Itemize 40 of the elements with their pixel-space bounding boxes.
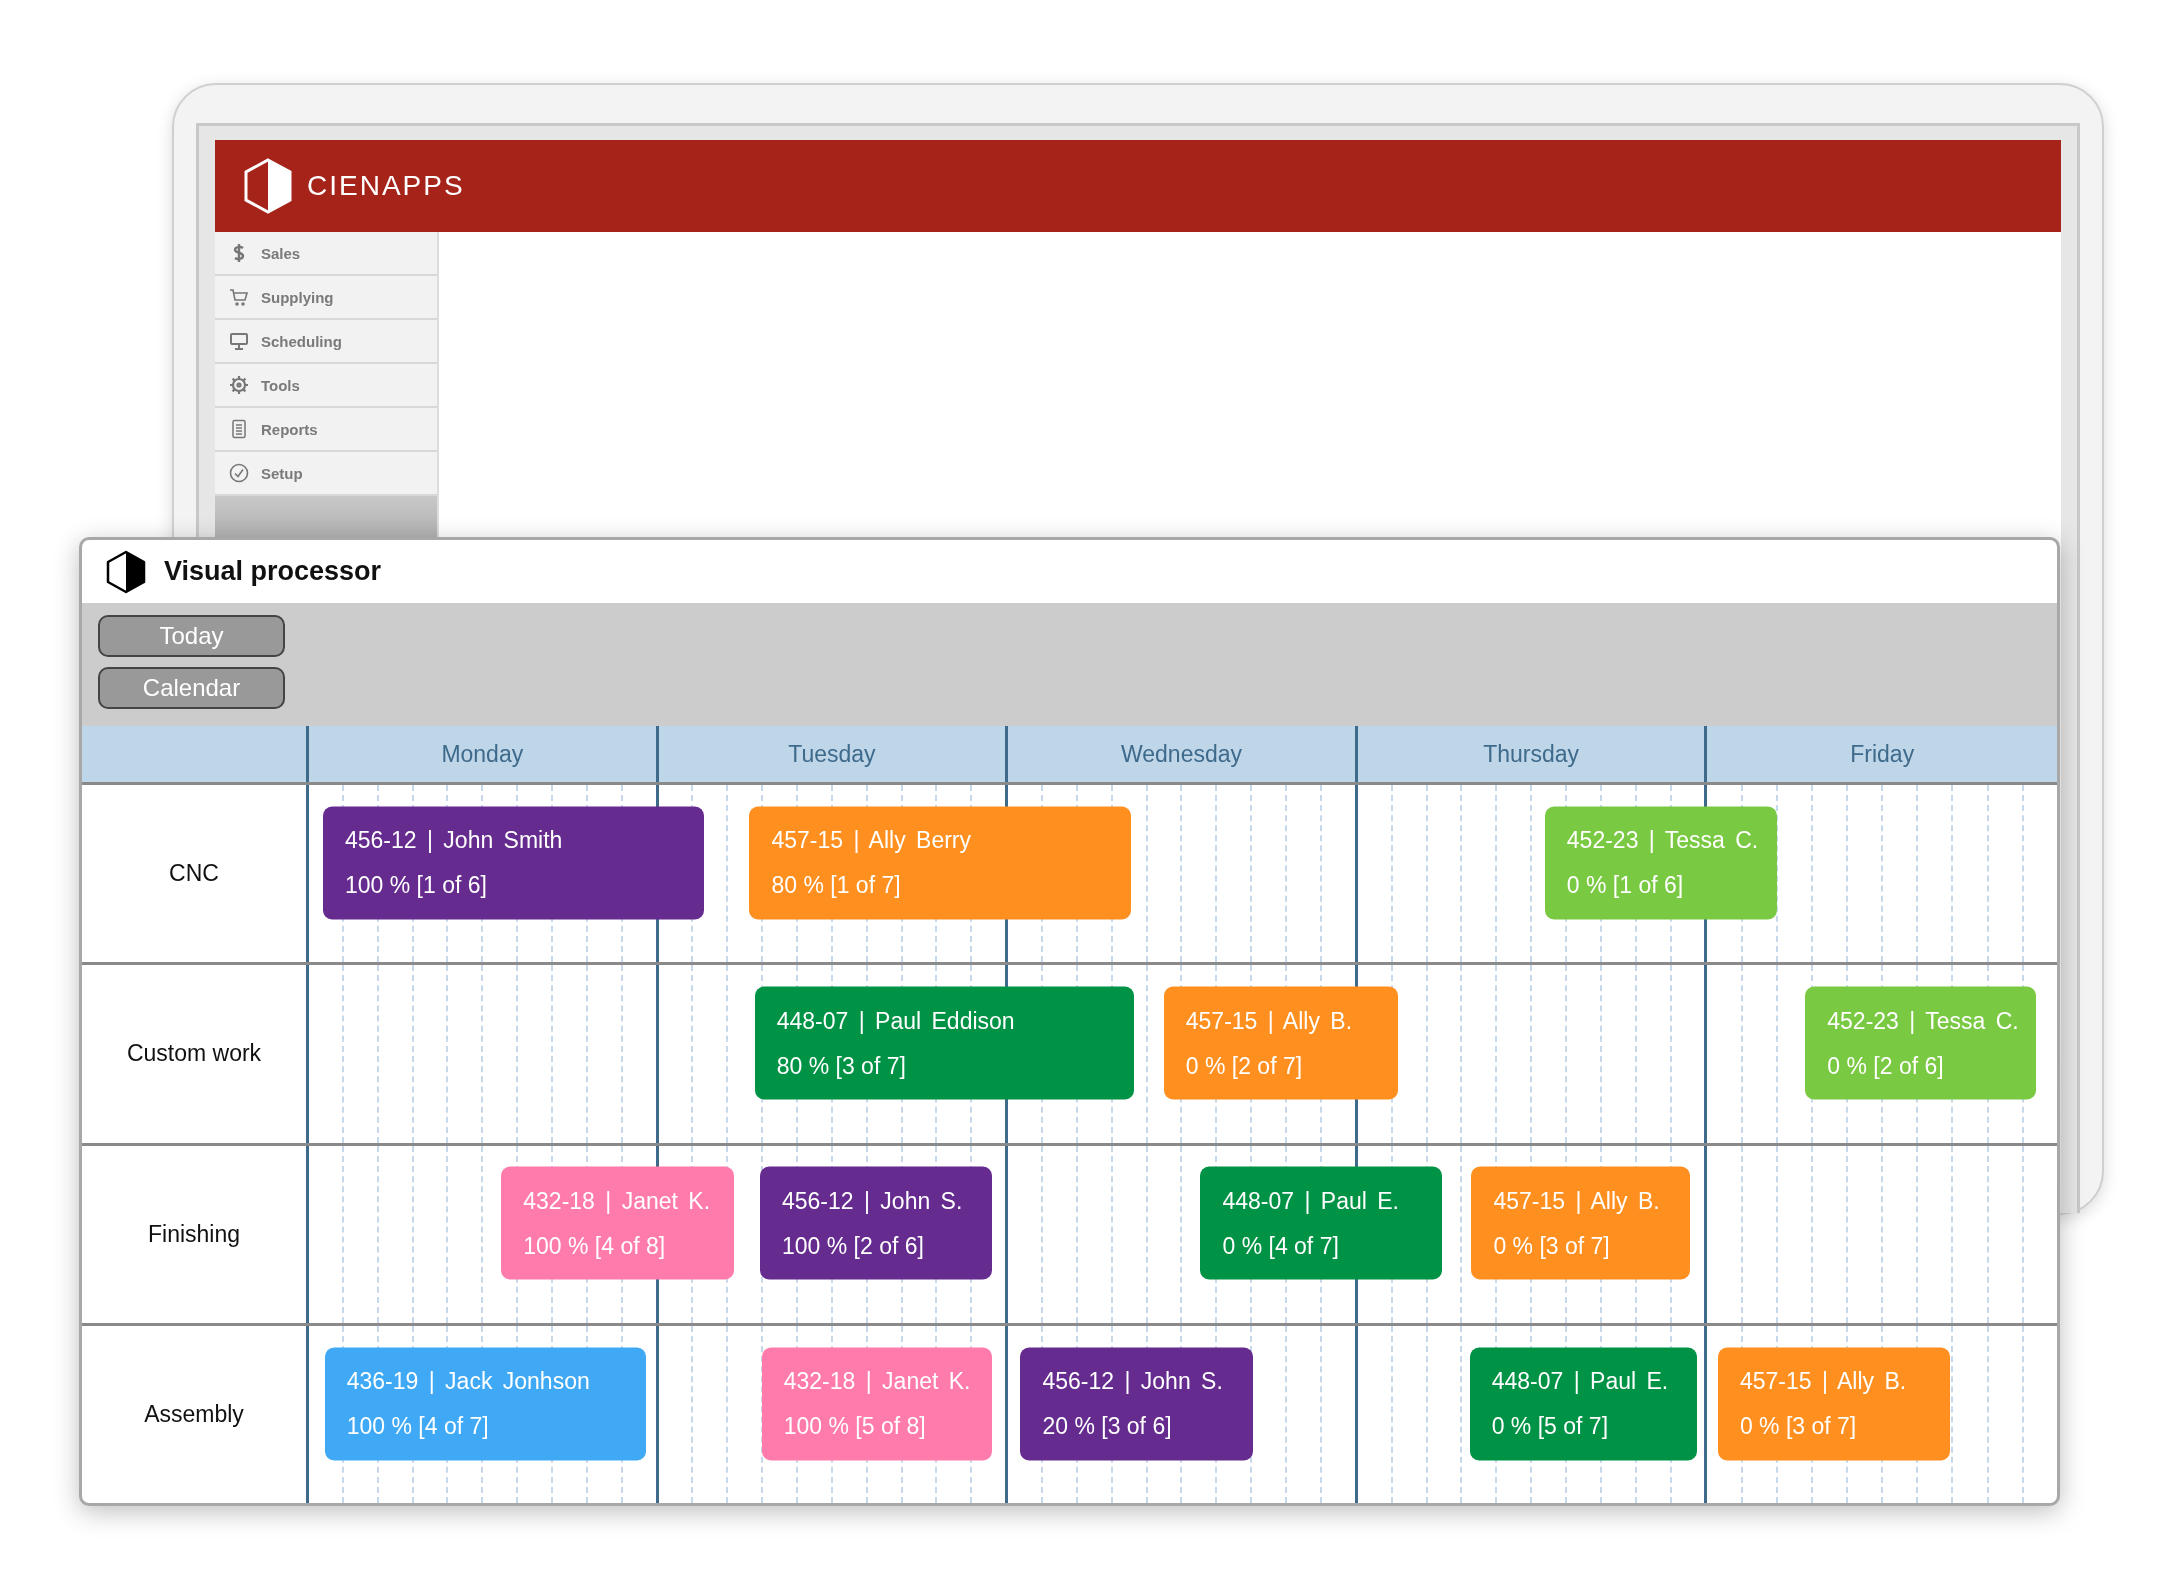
task-bar[interactable]: 448-07 | Paul E. 0 % [4 of 7] bbox=[1200, 1167, 1442, 1280]
sidebar-item[interactable]: Sales bbox=[215, 232, 437, 276]
day-header: Wednesday bbox=[1008, 726, 1358, 782]
task-bar[interactable]: 457-15 | Ally Berry 80 % [1 of 7] bbox=[749, 806, 1131, 920]
task-bar[interactable]: 432-18 | Janet K. 100 % [5 of 8] bbox=[761, 1347, 993, 1461]
task-bar[interactable]: 457-15 | Ally B. 0 % [3 of 7] bbox=[1717, 1347, 1951, 1461]
day-header: Thursday bbox=[1357, 726, 1708, 782]
day-header: Friday bbox=[1849, 739, 1916, 769]
task-bar[interactable]: 436-19 | Jack Jonhson 100 % [4 of 7] bbox=[324, 1347, 647, 1461]
document-icon bbox=[229, 419, 249, 439]
task-bar[interactable]: 456-12 | John S. 100 % [2 of 6] bbox=[759, 1167, 993, 1280]
monitor-icon bbox=[229, 331, 249, 351]
day-header: Monday bbox=[309, 726, 659, 782]
task-bar[interactable]: 448-07 | Paul E. 0 % [5 of 7] bbox=[1469, 1347, 1697, 1461]
sidebar-item[interactable]: Supplying bbox=[215, 276, 437, 320]
window-title: Visual processor bbox=[164, 556, 382, 587]
row-label: Assembly bbox=[144, 1400, 244, 1428]
day-header: Tuesday bbox=[658, 726, 1009, 782]
task-bar[interactable]: 456-12 | John Smith 100 % [1 of 6] bbox=[322, 806, 705, 920]
check-circle-icon bbox=[229, 463, 249, 483]
task-bar[interactable]: 432-18 | Janet K. 100 % [4 of 8] bbox=[501, 1167, 734, 1280]
task-bar[interactable]: 457-15 | Ally B. 0 % [2 of 7] bbox=[1163, 986, 1398, 1100]
cart-icon bbox=[229, 287, 249, 307]
task-bar[interactable]: 452-23 | Tessa C. 0 % [2 of 6] bbox=[1805, 986, 2036, 1100]
sidebar-item[interactable]: Reports bbox=[215, 408, 437, 452]
task-bar[interactable]: 457-15 | Ally B. 0 % [3 of 7] bbox=[1471, 1167, 1690, 1280]
row-label: CNC bbox=[169, 860, 219, 888]
task-bar[interactable]: 456-12 | John S. 20 % [3 of 6] bbox=[1020, 1347, 1253, 1461]
calendar-button[interactable]: Calendar bbox=[98, 667, 285, 709]
gear-icon bbox=[229, 375, 249, 395]
hexagon-logo-icon bbox=[106, 549, 146, 594]
task-bar[interactable]: 448-07 | Paul Eddison 80 % [3 of 7] bbox=[754, 986, 1135, 1100]
today-button[interactable]: Today bbox=[98, 615, 285, 657]
row-label: Finishing bbox=[147, 1220, 240, 1248]
row-label: Custom work bbox=[126, 1040, 262, 1068]
brand-logo-text: CIENAPPS bbox=[307, 170, 465, 202]
task-bar[interactable]: 452-23 | Tessa C. 0 % [1 of 6] bbox=[1544, 806, 1778, 920]
sidebar-item[interactable]: Scheduling bbox=[215, 320, 437, 364]
sidebar-item[interactable]: Tools bbox=[215, 364, 437, 408]
hexagon-logo-icon bbox=[243, 158, 293, 214]
